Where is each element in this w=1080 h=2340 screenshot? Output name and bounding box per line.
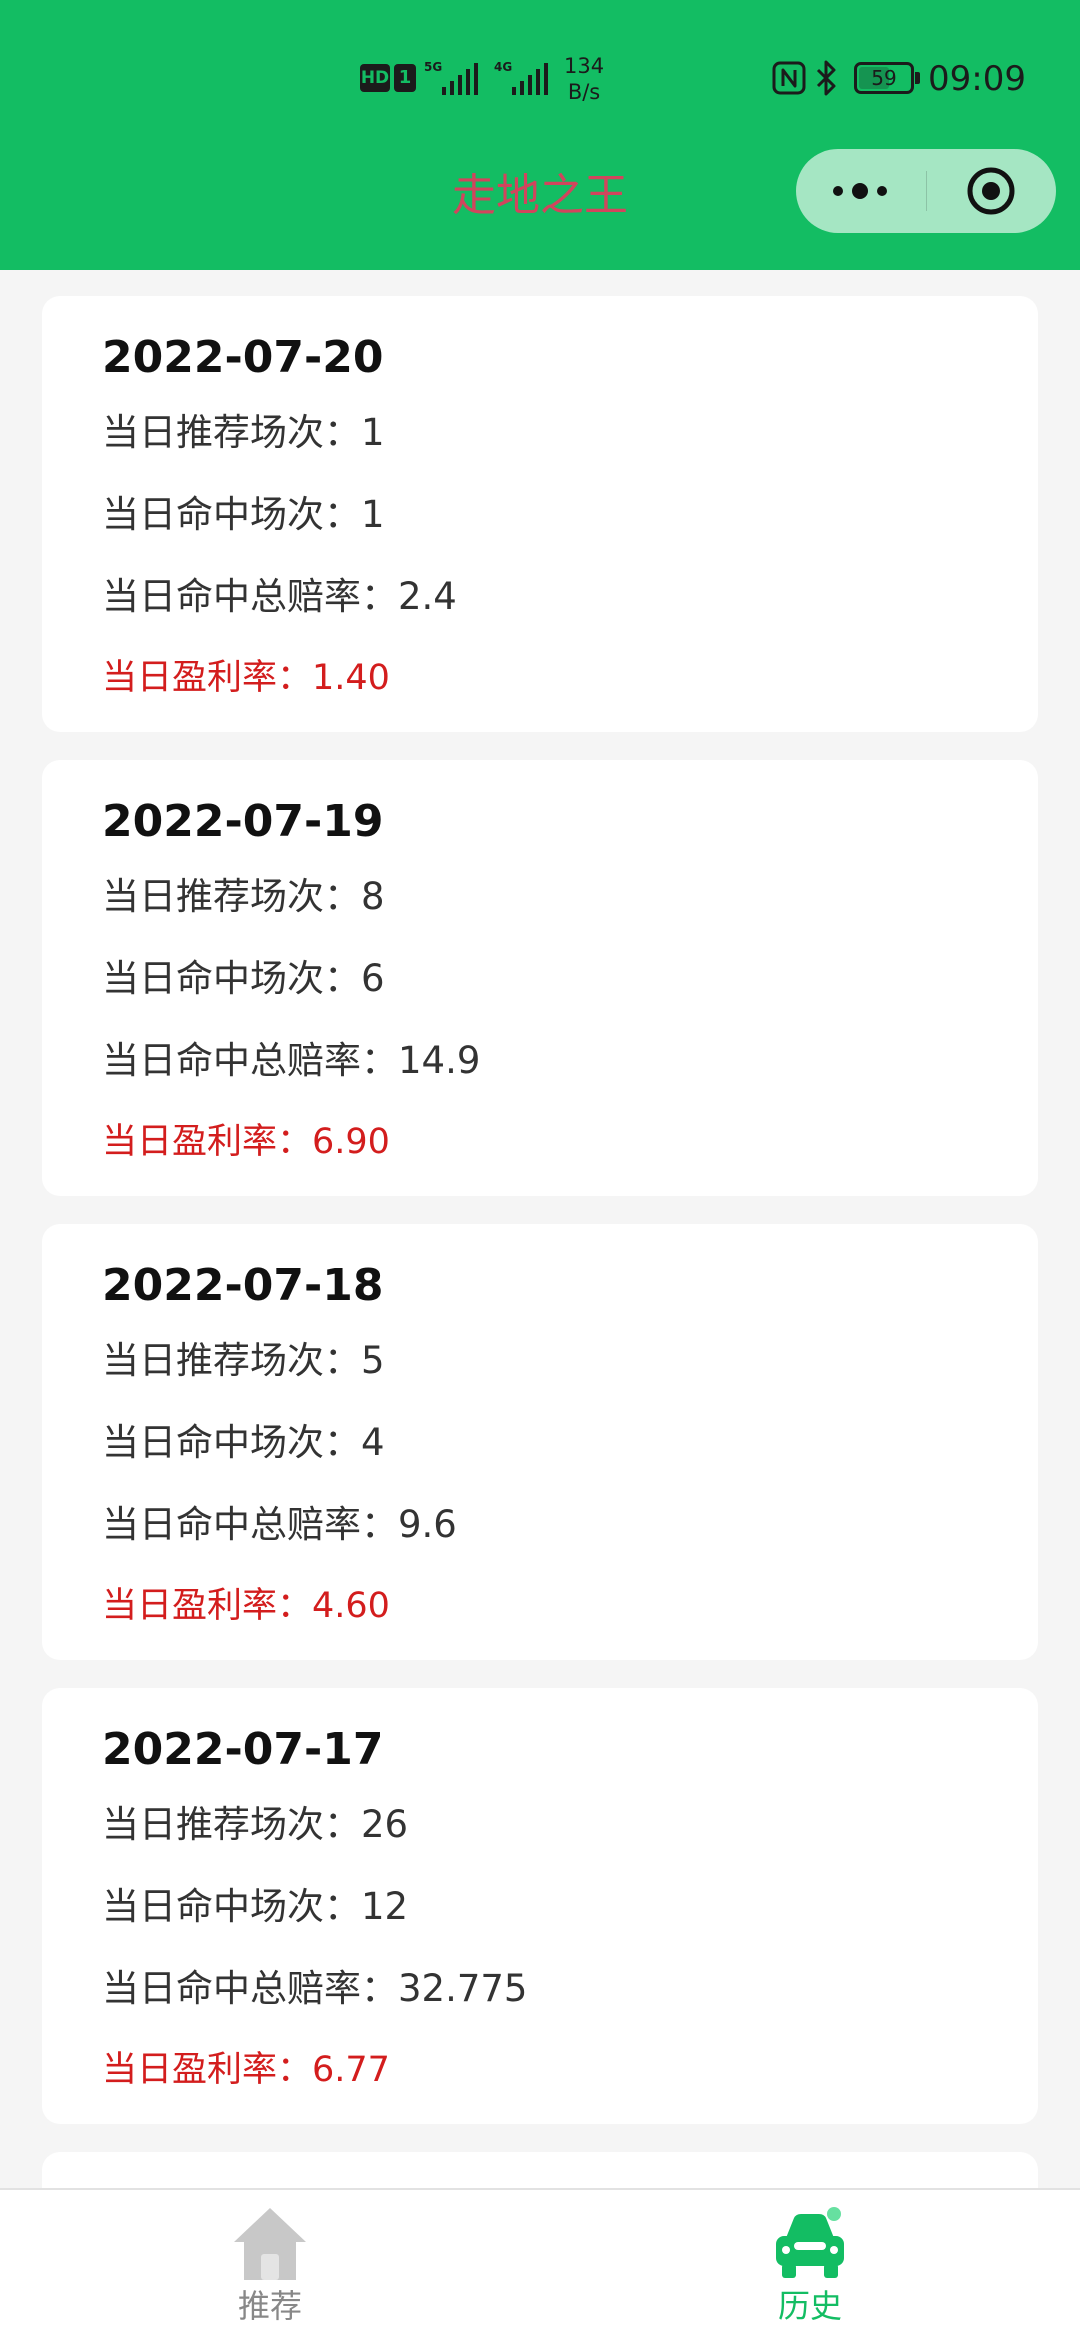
profit-rate: 当日盈利率：4.60	[102, 1586, 390, 1626]
signal-5g-icon	[442, 63, 478, 95]
signal-4g-icon	[512, 63, 548, 95]
more-dots-icon	[833, 183, 887, 199]
card-date: 2022-07-18	[102, 1260, 384, 1311]
tab-recommend-label: 推荐	[237, 2287, 302, 2325]
car-icon	[776, 2207, 844, 2278]
tab-recommend[interactable]: 推荐	[120, 2190, 420, 2340]
bluetooth-icon	[816, 60, 836, 96]
tab-bar: 推荐 历史	[0, 2188, 1080, 2340]
card-date: 2022-07-17	[102, 1724, 384, 1775]
hit-count: 当日命中场次：1	[102, 493, 385, 536]
page-title: 走地之王	[452, 170, 628, 221]
battery-icon: 59	[854, 62, 914, 94]
recommend-count: 当日推荐场次：5	[102, 1339, 385, 1382]
network-speed: 134 B/s	[564, 53, 604, 105]
total-odds: 当日命中总赔率：32.775	[102, 1967, 528, 2010]
hit-count: 当日命中场次：4	[102, 1421, 385, 1464]
tab-history-label: 历史	[777, 2287, 842, 2325]
profit-rate: 当日盈利率：1.40	[102, 658, 390, 698]
battery-tip	[915, 72, 920, 84]
history-card[interactable]: 2022-07-20 当日推荐场次：1 当日命中场次：1 当日命中总赔率：2.4…	[42, 296, 1038, 732]
network-speed-value: 134	[564, 54, 605, 78]
target-close-icon	[967, 167, 1015, 215]
profit-rate: 当日盈利率：6.90	[102, 1122, 390, 1162]
profit-rate: 当日盈利率：6.77	[102, 2050, 390, 2090]
status-bar: HD 1 5G 4G 134 B/s 59 09:09	[0, 45, 1080, 115]
mini-program-capsule	[796, 149, 1056, 233]
sim-badge: 1	[394, 64, 416, 92]
close-miniprogram-button[interactable]	[926, 149, 1056, 233]
hit-count: 当日命中场次：6	[102, 957, 385, 1000]
header: HD 1 5G 4G 134 B/s 59 09:09 走地之王	[0, 0, 1080, 270]
history-card[interactable]: 2022-07-18 当日推荐场次：5 当日命中场次：4 当日命中总赔率：9.6…	[42, 1224, 1038, 1660]
hit-count: 当日命中场次：12	[102, 1885, 409, 1928]
recommend-count: 当日推荐场次：26	[102, 1803, 409, 1846]
history-card[interactable]: 2022-07-17 当日推荐场次：26 当日命中场次：12 当日命中总赔率：3…	[42, 1688, 1038, 2124]
recommend-count: 当日推荐场次：1	[102, 411, 385, 454]
card-date: 2022-07-20	[102, 332, 384, 383]
total-odds: 当日命中总赔率：9.6	[102, 1503, 457, 1546]
history-page: HD 1 5G 4G 134 B/s 59 09:09 走地之王 2022-07…	[0, 0, 1080, 2340]
clock-time: 09:09	[928, 59, 1026, 99]
recommend-count: 当日推荐场次：8	[102, 875, 385, 918]
tab-history[interactable]: 历史	[660, 2190, 960, 2340]
more-button[interactable]	[796, 149, 926, 233]
hd-badge: HD	[360, 64, 390, 92]
home-icon	[234, 2208, 306, 2280]
history-card[interactable]: 2022-07-19 当日推荐场次：8 当日命中场次：6 当日命中总赔率：14.…	[42, 760, 1038, 1196]
network-speed-unit: B/s	[567, 80, 601, 104]
card-date: 2022-07-19	[102, 796, 384, 847]
nfc-icon	[772, 61, 806, 95]
battery-level: 59	[871, 66, 897, 90]
total-odds: 当日命中总赔率：2.4	[102, 575, 457, 618]
total-odds: 当日命中总赔率：14.9	[102, 1039, 481, 1082]
